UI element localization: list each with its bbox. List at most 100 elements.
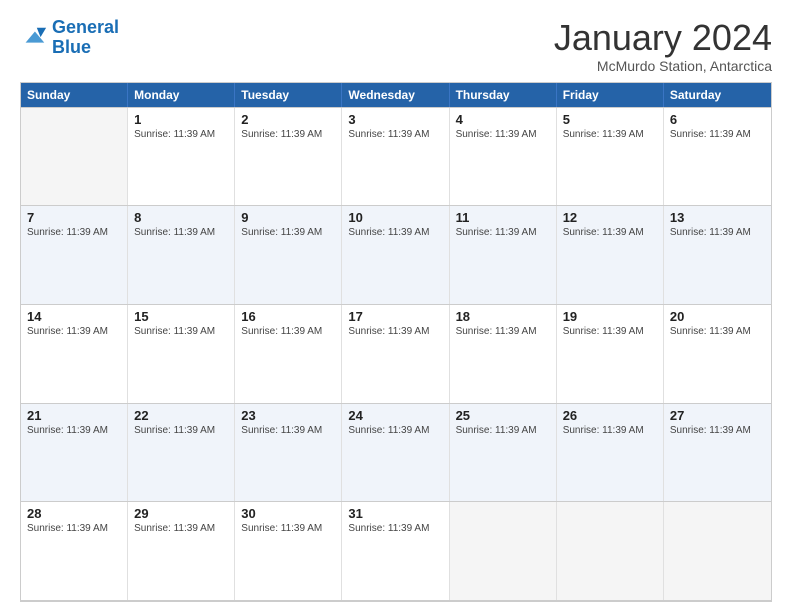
- day-cell: 1 Sunrise: 11:39 AM: [128, 108, 235, 206]
- day-cell: 10 Sunrise: 11:39 AM: [342, 206, 449, 304]
- day-cell: 23 Sunrise: 11:39 AM: [235, 404, 342, 502]
- logo-line1: General: [52, 17, 119, 37]
- day-cell: 27Sunrise: 11:39 AM: [664, 404, 771, 502]
- day-number: 8: [134, 210, 228, 225]
- day-number: 12: [563, 210, 657, 225]
- col-header-thursday: Thursday: [450, 83, 557, 107]
- col-header-saturday: Saturday: [664, 83, 771, 107]
- day-info: Sunrise: 11:39 AM: [134, 129, 228, 140]
- day-info: Sunrise: 11:39 AM: [241, 523, 335, 534]
- day-cell: 24Sunrise: 11:39 AM: [342, 404, 449, 502]
- day-cell: 21Sunrise: 11:39 AM: [21, 404, 128, 502]
- day-cell: 30 Sunrise: 11:39 AM: [235, 502, 342, 600]
- day-cell: 14 Sunrise: 11:39 AM: [21, 305, 128, 403]
- day-number: 3: [348, 112, 442, 127]
- calendar: SundayMondayTuesdayWednesdayThursdayFrid…: [20, 82, 772, 602]
- day-number: 20: [670, 309, 765, 324]
- day-number: 26: [563, 408, 657, 423]
- day-cell: 31Sunrise: 11:39 AM: [342, 502, 449, 600]
- day-cell: [450, 502, 557, 600]
- day-number: 2: [241, 112, 335, 127]
- calendar-body: 1 Sunrise: 11:39 AM 2 Sunrise: 11:39 AM 3 Sun…: [21, 107, 771, 601]
- day-number: 31: [348, 506, 442, 521]
- day-number: 4: [456, 112, 550, 127]
- day-cell: 7Sunrise: 11:39 AM: [21, 206, 128, 304]
- day-number: 28: [27, 506, 121, 521]
- day-cell: 9 Sunrise: 11:39 AM: [235, 206, 342, 304]
- day-number: 24: [348, 408, 442, 423]
- day-info: Sunrise: 11:39 AM: [563, 326, 657, 337]
- day-info: Sunrise: 11:39 AM: [348, 326, 442, 337]
- day-number: 10: [348, 210, 442, 225]
- location: McMurdo Station, Antarctica: [554, 58, 772, 74]
- day-cell: 13 Sunrise: 11:39 AM: [664, 206, 771, 304]
- week-row-2: 7Sunrise: 11:39 AM8Sunrise: 11:39 AM9Sun…: [21, 205, 771, 304]
- day-info: Sunrise: 11:39 AM: [241, 326, 335, 337]
- day-cell: 17 Sunrise: 11:39 AM: [342, 305, 449, 403]
- col-header-tuesday: Tuesday: [235, 83, 342, 107]
- day-info: Sunrise: 11:39 AM: [563, 227, 657, 238]
- day-info: Sunrise: 11:39 AM: [241, 129, 335, 140]
- day-info: Sunrise: 11:39 AM: [241, 227, 335, 238]
- day-info: Sunrise: 11:39 AM: [134, 326, 228, 337]
- day-info: Sunrise: 11:39 AM: [456, 129, 550, 140]
- month-year: January 2024: [554, 18, 772, 58]
- week-row-1: 1 Sunrise: 11:39 AM 2 Sunrise: 11:39 AM 3 Sun…: [21, 107, 771, 206]
- logo-icon: [20, 24, 48, 52]
- week-row-3: 14Sunrise: 11:39 AM15Sunrise: 11:39 AM16…: [21, 304, 771, 403]
- day-info: Sunrise: 11:39 AM: [670, 326, 765, 337]
- day-cell: 28 Sunrise: 11:39 AM: [21, 502, 128, 600]
- day-info: Sunrise: 11:39 AM: [456, 326, 550, 337]
- day-info: Sunrise: 11:39 AM: [563, 129, 657, 140]
- logo-text: General Blue: [52, 18, 119, 58]
- day-number: 27: [670, 408, 765, 423]
- day-number: 16: [241, 309, 335, 324]
- day-info: Sunrise: 11:39 AM: [456, 227, 550, 238]
- day-info: Sunrise: 11:39 AM: [241, 425, 335, 436]
- col-header-friday: Friday: [557, 83, 664, 107]
- day-number: 9: [241, 210, 335, 225]
- week-row-4: 21Sunrise: 11:39 AM22Sunrise: 11:39 AM23…: [21, 403, 771, 502]
- day-info: Sunrise: 11:39 AM: [670, 227, 765, 238]
- day-number: 19: [563, 309, 657, 324]
- day-info: Sunrise: 11:39 AM: [27, 326, 121, 337]
- day-cell: 18 Sunrise: 11:39 AM: [450, 305, 557, 403]
- day-number: 22: [134, 408, 228, 423]
- day-number: 21: [27, 408, 121, 423]
- day-number: 17: [348, 309, 442, 324]
- day-number: 18: [456, 309, 550, 324]
- day-number: 11: [456, 210, 550, 225]
- logo-line2: Blue: [52, 37, 91, 57]
- day-info: Sunrise: 11:39 AM: [134, 227, 228, 238]
- day-cell: 8 Sunrise: 11:39 AM: [128, 206, 235, 304]
- day-info: Sunrise: 11:39 AM: [456, 425, 550, 436]
- day-number: 15: [134, 309, 228, 324]
- day-cell: 26 Sunrise: 11:39 AM: [557, 404, 664, 502]
- col-header-monday: Monday: [128, 83, 235, 107]
- logo: General Blue: [20, 18, 119, 58]
- day-cell: [21, 108, 128, 206]
- day-number: 7: [27, 210, 121, 225]
- day-cell: 12 Sunrise: 11:39 AM: [557, 206, 664, 304]
- day-info: Sunrise: 11:39 AM: [27, 523, 121, 534]
- day-info: Sunrise: 11:39 AM: [348, 227, 442, 238]
- header: General Blue January 2024 McMurdo Statio…: [20, 18, 772, 74]
- day-number: 23: [241, 408, 335, 423]
- day-cell: 11 Sunrise: 11:39 AM: [450, 206, 557, 304]
- day-cell: [664, 502, 771, 600]
- day-number: 30: [241, 506, 335, 521]
- day-number: 13: [670, 210, 765, 225]
- day-info: Sunrise: 11:39 AM: [134, 523, 228, 534]
- day-cell: 25Sunrise: 11:39 AM: [450, 404, 557, 502]
- day-info: Sunrise: 11:39 AM: [563, 425, 657, 436]
- col-header-wednesday: Wednesday: [342, 83, 449, 107]
- day-number: 1: [134, 112, 228, 127]
- day-number: 5: [563, 112, 657, 127]
- day-cell: 4 Sunrise: 11:39 AM: [450, 108, 557, 206]
- day-info: Sunrise: 11:39 AM: [670, 129, 765, 140]
- day-number: 14: [27, 309, 121, 324]
- day-cell: 16 Sunrise: 11:39 AM: [235, 305, 342, 403]
- day-cell: 20 Sunrise: 11:39 AM: [664, 305, 771, 403]
- day-cell: 5 Sunrise: 11:39 AM: [557, 108, 664, 206]
- day-info: Sunrise: 11:39 AM: [348, 129, 442, 140]
